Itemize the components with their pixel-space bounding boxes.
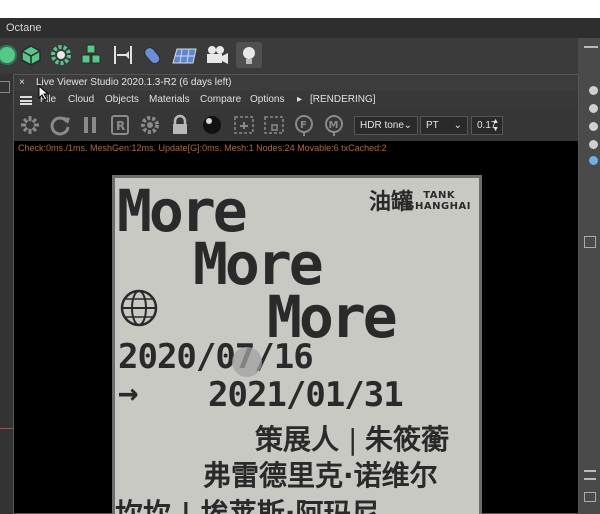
crop-region-icon[interactable] [262,113,286,137]
left-panel-divider [0,428,13,429]
material-ball-icon[interactable] [200,113,224,137]
poster-arrow: → [118,373,139,413]
send-scene-icon[interactable] [18,113,42,137]
viewer-header: × Live Viewer Studio 2020.1.3-R2 (6 days… [14,75,578,91]
chevron-down-icon: ⌄ [453,120,462,131]
octane-app: Octane × Live Viewer Studio 2020.1.3-R2 … [0,18,600,514]
floor-icon[interactable] [172,42,198,68]
poster-separator: | [348,423,358,456]
poster-artist-line: 弗雷德里克·诺维尔 [203,459,438,492]
tone-mapping-select[interactable]: HDR tone ⌄ [354,116,418,135]
dot-icon[interactable] [589,122,598,131]
menu-arrow-icon[interactable]: ▸ [297,91,302,109]
viewer-toolbar: R F M HDR tone ⌄ PT ⌄ 0.17 ▲ ▼ [14,109,578,141]
region-render-icon[interactable]: R [108,113,132,137]
panel-toggle[interactable] [584,236,596,248]
poster-partial-line: 坎坎 | 埃莱斯·阿玛尼 [115,497,380,514]
dot-icon[interactable] [589,140,598,149]
viewer-menu-bar: File Cloud Objects Materials Compare Opt… [14,85,578,109]
right-panel-handle[interactable] [584,46,598,48]
render-output-poster: 油罐 TANK SHANGHAI More More More 2020/07/… [112,175,482,514]
svg-text:F: F [300,120,307,131]
dot-icon[interactable] [589,86,598,95]
poster-date-end: 2021/01/31 [208,375,404,415]
zoom-field[interactable]: 0.17 ▲ ▼ [471,116,503,135]
light-icon[interactable] [236,42,262,68]
logo-line-shanghai: SHANGHAI [407,201,471,212]
globe-icon [120,289,158,327]
main-toolbar [0,39,580,71]
cubes-icon[interactable] [78,42,104,68]
settings-gear-icon[interactable] [138,113,162,137]
svg-text:R: R [116,119,125,133]
stepper-icon[interactable]: ▲ ▼ [492,118,499,134]
poster-curator-name: 朱筱蘅 [365,423,450,456]
tone-mapping-value: HDR tone [360,120,404,131]
kernel-value: PT [426,120,439,131]
viewer-title: Live Viewer Studio 2020.1.3-R2 (6 days l… [36,77,232,88]
poster-date-start: 2020/07/16 [118,337,314,377]
logo-line-tank: TANK [423,190,456,201]
dot-icon[interactable] [589,104,598,113]
add-region-icon[interactable] [232,113,256,137]
live-viewer-window: × Live Viewer Studio 2020.1.3-R2 (6 days… [13,74,579,514]
hamburger-mid-bar [20,100,32,102]
render-state: [RENDERING] [310,94,376,105]
kernel-select[interactable]: PT ⌄ [420,116,468,135]
svg-text:M: M [329,120,339,131]
app-title-bar: Octane [0,18,600,38]
menu-cloud[interactable]: Cloud [68,91,94,109]
pause-icon[interactable] [78,113,102,137]
right-panel [578,38,600,514]
poster-logo-english: TANK SHANGHAI [407,190,471,212]
gear-cube-icon[interactable] [48,42,74,68]
poster-curator-label: 策展人 [255,423,340,456]
restart-icon[interactable] [48,113,72,137]
split-icon[interactable] [110,42,136,68]
cursor-highlight [232,347,262,377]
material-picker-icon[interactable]: M [322,113,346,137]
sphere-icon[interactable] [0,42,20,68]
menu-icon[interactable] [584,470,596,480]
focus-picker-icon[interactable]: F [292,113,316,137]
render-status-line: Check:0ms./1ms. MeshGen:12ms. Update[G]:… [14,141,578,155]
menu-options[interactable]: Options [250,91,284,109]
camera-icon[interactable] [204,42,230,68]
left-panel-tab[interactable] [0,81,10,93]
menu-materials[interactable]: Materials [149,91,190,109]
menu-objects[interactable]: Objects [105,91,139,109]
dot-icon[interactable] [589,156,598,165]
app-title: Octane [6,22,42,34]
lock-icon[interactable] [168,113,192,137]
left-panel [0,74,14,514]
layer-icon[interactable] [584,492,596,502]
menu-compare[interactable]: Compare [200,91,241,109]
chevron-down-icon: ⌄ [403,120,412,131]
close-icon[interactable]: × [19,75,25,91]
tag-icon[interactable] [140,42,166,68]
mouse-cursor-icon [38,85,50,101]
cube-icon[interactable] [18,42,44,68]
